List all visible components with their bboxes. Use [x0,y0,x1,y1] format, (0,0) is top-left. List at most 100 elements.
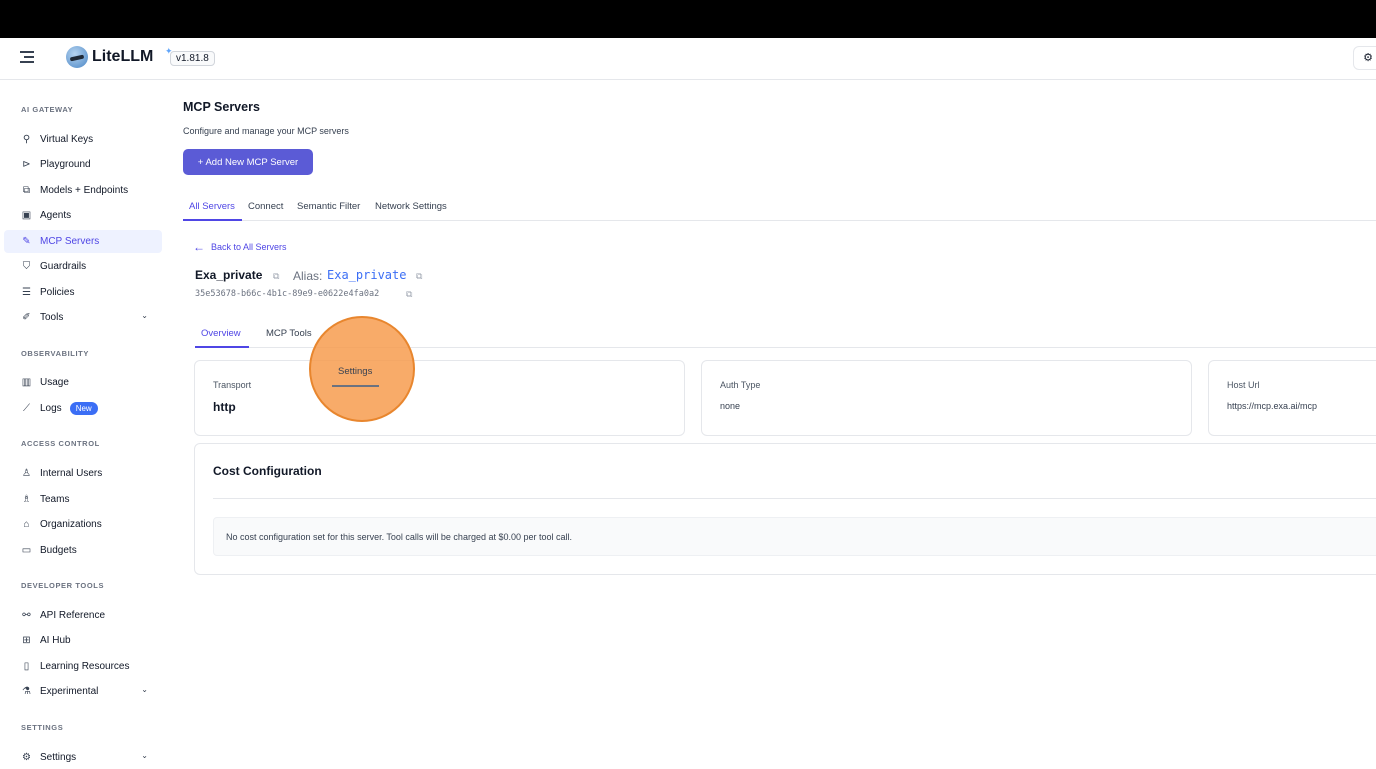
server-id: 35e53678-b66c-4b1c-89e9-e0622e4fa0a2 [195,289,380,299]
sidebar-item-label: Playground [40,159,91,170]
sidebar-item-teams[interactable]: ♗ Teams [4,488,162,511]
sidebar-item-label: Learning Resources [40,661,130,672]
models-icon: ⧉ [22,185,31,196]
sidebar-item-budgets[interactable]: ▭ Budgets [4,539,162,562]
back-to-all-servers-link[interactable]: ← Back to All Servers [193,240,287,254]
sidebar-item-label: Budgets [40,545,77,556]
section-developer-tools: DEVELOPER TOOLS [21,581,105,590]
tab-semantic-filter[interactable]: Semantic Filter [297,201,360,212]
server-name: Exa_private [195,268,263,282]
menu-toggle-icon[interactable] [20,51,34,63]
sidebar-item-label: Teams [40,494,70,505]
sidebar-item-label: Experimental [40,686,99,697]
sidebar-item-label: MCP Servers [40,236,100,247]
cost-configuration-title: Cost Configuration [213,464,322,478]
sidebar-item-virtual-keys[interactable]: ⚲ Virtual Keys [4,128,162,151]
page-subtitle: Configure and manage your MCP servers [183,126,349,136]
sidebar-item-label: Tools [40,312,64,323]
app-window: LiteLLM ✦ v1.81.8 ⚙ AI GATEWAY ⚲ Virtual… [0,38,1376,769]
tab-network-settings[interactable]: Network Settings [375,201,447,212]
cost-configuration-note: No cost configuration set for this serve… [213,517,1376,556]
user-icon: ♙ [22,468,31,479]
wrench-icon: ✐ [22,312,31,323]
sidebar-item-playground[interactable]: ⊳ Playground [4,153,162,176]
line-chart-icon: ⟋ [23,403,30,414]
host-url-card: Host Url https://mcp.exa.ai/mcp [1208,360,1376,436]
grid-icon: ⊞ [22,635,31,646]
cost-configuration-card: Cost Configuration No cost configuration… [194,443,1376,575]
sidebar-item-settings[interactable]: ⚙ Settings ⌄ [4,746,162,769]
sidebar-item-label: Policies [40,287,75,298]
tab-connect[interactable]: Connect [248,201,283,212]
sidebar: AI GATEWAY ⚲ Virtual Keys ⊳ Playground ⧉… [0,80,166,769]
sidebar-item-label: Internal Users [40,468,103,479]
active-tab-indicator [195,346,249,348]
sidebar-item-ai-hub[interactable]: ⊞ AI Hub [4,629,162,652]
sidebar-item-tools[interactable]: ✐ Tools ⌄ [4,306,162,329]
sidebar-item-models[interactable]: ⧉ Models + Endpoints [4,179,162,202]
alias-label: Alias: [293,269,323,283]
sidebar-item-agents[interactable]: ▣ Agents [4,204,162,227]
transport-label: Transport [213,380,252,390]
divider [213,498,1376,499]
wallet-icon: ▭ [21,545,32,556]
team-icon: ♗ [22,494,31,505]
gear-icon[interactable]: ⚙ [1353,46,1376,70]
main-content: MCP Servers Configure and manage your MC… [183,80,1376,769]
host-url-value: https://mcp.exa.ai/mcp [1227,401,1318,411]
section-observability: OBSERVABILITY [21,349,89,358]
sidebar-item-mcp-servers[interactable]: ✎ MCP Servers [4,230,162,253]
bar-chart-icon: ▥ [21,377,32,388]
sidebar-item-label: Logs [40,403,62,414]
gear-icon: ⚙ [22,752,31,763]
transport-card: Transport http [194,360,685,436]
version-badge: v1.81.8 [170,51,215,66]
host-url-label: Host Url [1227,380,1260,390]
copy-icon[interactable]: ⧉ [416,271,422,282]
sidebar-item-label: Virtual Keys [40,134,94,145]
shield-icon: ⛉ [22,261,31,272]
policy-icon: ☰ [22,287,31,298]
sidebar-item-label: API Reference [40,610,106,621]
sidebar-item-guardrails[interactable]: ⛉ Guardrails [4,255,162,278]
add-mcp-server-button[interactable]: + Add New MCP Server [183,149,313,175]
sidebar-item-label: Usage [40,377,69,388]
agent-icon: ▣ [21,210,32,221]
tab-settings[interactable]: Settings [338,366,372,377]
sidebar-item-internal-users[interactable]: ♙ Internal Users [4,462,162,485]
sidebar-item-label: Agents [40,210,72,221]
copy-icon[interactable]: ⧉ [406,289,412,300]
copy-icon[interactable]: ⧉ [273,271,279,282]
play-icon: ⊳ [22,159,31,170]
sidebar-item-label: Organizations [40,519,102,530]
sidebar-item-usage[interactable]: ▥ Usage [4,371,162,394]
active-tab-indicator [183,219,242,221]
alias-value: Exa_private [327,268,407,282]
sidebar-item-organizations[interactable]: ⌂ Organizations [4,513,162,536]
section-access-control: ACCESS CONTROL [21,439,100,448]
arrow-left-icon: ← [193,240,205,254]
tab-mcp-tools[interactable]: MCP Tools [266,328,312,339]
tab-overview[interactable]: Overview [201,328,241,339]
brand-name: LiteLLM [92,48,154,65]
auth-type-value: none [720,401,741,411]
page-title: MCP Servers [183,100,260,114]
chevron-down-icon: ⌄ [141,685,148,694]
tab-all-servers[interactable]: All Servers [189,201,235,212]
sidebar-item-experimental[interactable]: ⚗ Experimental ⌄ [4,680,162,703]
tool-icon: ✎ [22,236,31,247]
sidebar-item-learning-resources[interactable]: ▯ Learning Resources [4,655,162,678]
sidebar-item-api-reference[interactable]: ⚯ API Reference [4,604,162,627]
litellm-logo [66,46,88,68]
flask-icon: ⚗ [22,686,31,697]
sidebar-item-label: Settings [40,752,77,763]
top-bar: LiteLLM ✦ v1.81.8 ⚙ [0,38,1376,80]
chevron-down-icon: ⌄ [141,311,148,320]
section-ai-gateway: AI GATEWAY [21,105,74,114]
sidebar-item-logs[interactable]: ⟋ Logs New [4,397,162,420]
bank-icon: ⌂ [23,519,30,530]
sidebar-item-policies[interactable]: ☰ Policies [4,281,162,304]
auth-type-card: Auth Type none [701,360,1192,436]
server-tabs: All Servers Connect Semantic Filter Netw… [183,193,1376,221]
new-badge: New [69,402,98,415]
